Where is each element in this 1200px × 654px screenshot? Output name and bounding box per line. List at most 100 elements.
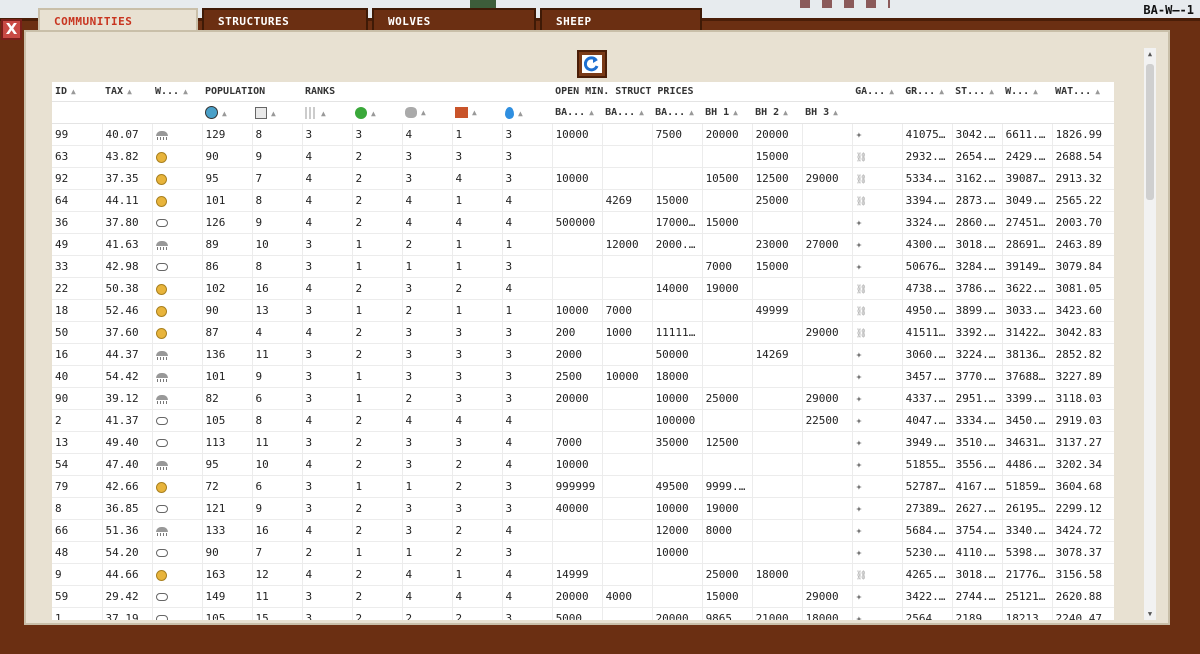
table-row[interactable]: 18 52.46 90 13 3 1 2 1 1 10000 7000 49999 ⛓ 4950... 38… <box>52 299 1114 322</box>
table-cell: 4 <box>502 277 553 300</box>
table-cell: 3 <box>502 145 553 168</box>
table-cell: 2 <box>352 607 403 620</box>
col-weather[interactable]: W... ▲ <box>152 82 202 102</box>
table-cell: 3392.41 <box>952 321 1003 344</box>
table-cell <box>602 497 653 520</box>
table-row[interactable]: 50 37.60 87 4 4 2 3 3 3 200 1000 1111111 29000 ⛓ 41511… <box>52 321 1114 344</box>
col-bh3[interactable]: BH 3 ▲ <box>802 101 853 124</box>
scroll-thumb[interactable] <box>1146 64 1154 200</box>
table-cell: 163 <box>202 563 253 586</box>
table-row[interactable]: 64 44.11 101 8 4 2 4 1 4 4269 15000 25000 ⛓ 3394... 28… <box>52 189 1114 212</box>
table-cell: 25000 <box>702 563 753 586</box>
table-cell: 2951.51 <box>952 387 1003 410</box>
col-wat[interactable]: WAT... ▲ <box>1052 82 1114 102</box>
col-population-sheep[interactable]: ▲ <box>252 101 302 124</box>
weather-cell <box>152 189 203 212</box>
table-row[interactable]: 16 44.37 136 11 3 2 3 3 3 2000 50000 14269 ✦ 3060... 3… <box>52 343 1114 366</box>
table-cell: 4047... <box>902 409 953 432</box>
table-row[interactable]: 6343.829094233315000⛓2932...2654....2429… <box>52 145 1114 168</box>
col-bh2[interactable]: BH 2 ▲ <box>752 101 803 124</box>
table-row[interactable]: 66 51.36 133 16 4 2 3 2 4 12000 8000 ✦ 5684... 3754..… <box>52 519 1114 542</box>
table-cell: 1 <box>502 299 553 322</box>
col-id[interactable]: ID ▲ <box>52 82 102 102</box>
table-cell: 3162.86 <box>952 167 1003 190</box>
col-rank-bush[interactable]: ▲ <box>352 101 402 124</box>
table-row[interactable]: 92 37.35 95 7 4 2 3 4 3 10000 10500 12500 29000 ⛓ 5334… <box>52 167 1114 190</box>
table-cell: 29.42 <box>102 585 153 608</box>
weather-cell <box>152 233 203 256</box>
table-cell: 1 <box>452 189 503 212</box>
table-row[interactable]: 13 49.40 113 11 3 2 3 3 4 7000 35000 12500 ✦ 3949... 3… <box>52 431 1114 454</box>
table-cell: 3018.52 <box>952 233 1003 256</box>
scroll-up-icon[interactable]: ▲ <box>1146 50 1154 58</box>
table-cell: 3770.55 <box>952 365 1003 388</box>
col-st[interactable]: ST... ▲ <box>952 82 1003 102</box>
table-cell <box>652 453 703 476</box>
col-tax[interactable]: TAX ▲ <box>102 82 152 102</box>
table-row[interactable]: 90 39.12 82 6 3 1 2 3 3 20000 10000 25000 29000 ✦ 4337… <box>52 387 1114 410</box>
wolf-icon: ✦ <box>855 348 863 361</box>
table-cell: 13 <box>52 431 103 454</box>
table-cell: 4 <box>302 211 353 234</box>
table-cell: 10000 <box>652 541 703 564</box>
table-cell: 40 <box>52 365 103 388</box>
col-gr[interactable]: GR... ▲ <box>902 82 953 102</box>
col-w[interactable]: W... ▲ <box>1002 82 1053 102</box>
table-row[interactable]: 2 41.37 105 8 4 2 4 4 4 100000 22500 ✦ 4047... 3334..… <box>52 409 1114 432</box>
table-cell: 2429.... <box>1002 145 1053 168</box>
table-cell <box>702 299 753 322</box>
table-cell <box>802 365 853 388</box>
col-ba2[interactable]: BA... ▲ <box>602 101 653 124</box>
table-row[interactable]: 99 40.07 129 8 3 3 4 1 3 10000 7500 20000 20000 ✦ 4107… <box>52 123 1114 146</box>
table-row[interactable]: 40 54.42 101 9 3 1 3 3 3 2500 10000 18000 ✦ 3457... 37… <box>52 365 1114 388</box>
table-row[interactable]: 49 41.63 89 10 3 1 2 1 1 12000 2000... 23000 27000 ✦ 4… <box>52 233 1114 256</box>
table-row[interactable]: 9 44.66 163 12 4 2 4 1 4 14999 25000 18000 ⛓ 4265... 3… <box>52 563 1114 586</box>
table-cell: 7500 <box>652 123 703 146</box>
col-population-person[interactable]: ▲ <box>202 101 252 124</box>
col-rank-water[interactable]: ▲ <box>502 101 553 124</box>
scroll-down-icon[interactable]: ▼ <box>1146 610 1154 618</box>
table-row[interactable]: 79 42.66 72 6 3 1 1 2 3 999999 49500 9999... ✦ 52787.… <box>52 475 1114 498</box>
table-cell: 129 <box>202 123 253 146</box>
table-cell <box>702 541 753 564</box>
table-cell: 51.36 <box>102 519 153 542</box>
col-ba1[interactable]: BA... ▲ <box>552 101 603 124</box>
table-cell: 10000 <box>552 123 603 146</box>
vertical-scrollbar[interactable]: ▲ ▼ <box>1144 48 1156 620</box>
coin-icon <box>155 173 167 185</box>
table-row[interactable]: 59 29.42 149 11 3 2 4 4 4 20000 4000 15000 29000 ✦ 342… <box>52 585 1114 608</box>
col-rank-brick[interactable]: ▲ <box>452 101 502 124</box>
refresh-button[interactable] <box>577 50 607 78</box>
col-rank-grass[interactable]: ▲ <box>302 101 352 124</box>
table-cell: 66 <box>52 519 103 542</box>
table-cell: 3340.... <box>1002 519 1053 542</box>
table-cell <box>802 123 853 146</box>
table-cell <box>552 145 603 168</box>
close-button[interactable]: X <box>1 19 22 40</box>
table-row[interactable]: 1 37.19 105 15 3 2 2 2 3 5000 20000 9865 21000 18000.… <box>52 607 1114 620</box>
col-rank-stone[interactable]: ▲ <box>402 101 452 124</box>
background-sheep <box>800 0 890 8</box>
table-cell: 1 <box>402 255 453 278</box>
wolf-icon: ✦ <box>855 590 863 603</box>
table-row[interactable]: 836.85121932333400001000019000✦27389...2… <box>52 497 1114 520</box>
col-ga[interactable]: GA... ▲ <box>852 82 903 102</box>
table-row[interactable]: 48 54.20 90 7 2 1 1 2 3 10000 ✦ 5230... 4110.71 5398.… <box>52 541 1114 564</box>
table-row[interactable]: 3637.8012694244450000017000...15000✦3324… <box>52 211 1114 234</box>
table-cell: 44.37 <box>102 343 153 366</box>
table-cell: 3 <box>452 343 503 366</box>
storm-icon <box>155 394 168 404</box>
table-cell: 3 <box>502 343 553 366</box>
table-cell <box>702 365 753 388</box>
col-bh1[interactable]: BH 1 ▲ <box>702 101 753 124</box>
table-row[interactable]: 5447.4095104232410000✦51855...3556....44… <box>52 453 1114 476</box>
ga-cell: ✦ <box>852 607 903 620</box>
ga-cell: ✦ <box>852 255 903 278</box>
col-ba3[interactable]: BA... ▲ <box>652 101 703 124</box>
table-cell: 14269 <box>752 343 803 366</box>
table-cell: 40.07 <box>102 123 153 146</box>
table-row[interactable]: 3342.9886831113700015000✦50676...3284...… <box>52 255 1114 278</box>
table-cell: 133 <box>202 519 253 542</box>
table-cell: 86 <box>202 255 253 278</box>
table-row[interactable]: 22 50.38 102 16 4 2 3 2 4 14000 19000 ⛓ 4738... 3786.… <box>52 277 1114 300</box>
